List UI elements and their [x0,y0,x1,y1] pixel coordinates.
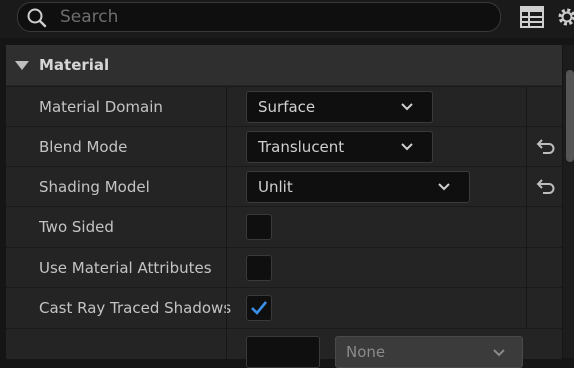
asset-picker-dropdown[interactable]: None [335,336,523,368]
column-divider [526,207,527,247]
property-row-two-sided: Two Sided [6,206,562,247]
column-divider [526,167,527,207]
checkmark-icon [251,301,268,315]
chevron-down-icon [493,349,505,357]
column-divider[interactable] [226,207,227,247]
property-row-use-material-attributes: Use Material Attributes [6,247,562,288]
table-view-icon[interactable] [520,6,544,28]
property-row-partial: None [6,328,562,368]
scrollbar-thumb[interactable] [566,70,574,162]
material-section-header[interactable]: Material [6,45,562,85]
cast-ray-traced-shadows-checkbox[interactable] [246,295,272,321]
search-icon [27,8,47,28]
settings-gear-icon[interactable] [555,5,574,29]
column-divider[interactable] [226,288,227,328]
property-row-cast-ray-traced-shadows: Cast Ray Traced Shadows [6,287,562,328]
property-label: Material Domain [39,98,163,116]
reset-to-default-icon[interactable] [536,137,556,155]
column-divider[interactable] [226,87,227,127]
dropdown-value: Surface [258,98,316,116]
two-sided-checkbox[interactable] [246,214,272,240]
column-divider[interactable] [226,167,227,207]
search-placeholder: Search [60,7,119,27]
property-label: Shading Model [39,178,150,196]
section-title: Material [39,56,110,74]
column-divider[interactable] [226,329,227,359]
dropdown-value: Unlit [258,178,293,196]
property-label: Blend Mode [39,138,128,156]
reset-to-default-icon[interactable] [536,177,556,195]
column-divider[interactable] [226,127,227,167]
material-domain-dropdown[interactable]: Surface [246,91,433,123]
column-divider [526,87,527,127]
property-row-blend-mode: Blend Mode Translucent [6,126,562,167]
column-divider[interactable] [226,248,227,288]
column-divider [526,288,527,328]
asset-thumbnail[interactable] [246,336,320,368]
property-row-shading-model: Shading Model Unlit [6,166,562,207]
chevron-down-icon [401,143,413,151]
use-material-attributes-checkbox[interactable] [246,255,272,281]
column-divider [526,127,527,167]
dropdown-value: None [346,343,386,361]
blend-mode-dropdown[interactable]: Translucent [246,131,433,163]
chevron-down-icon [438,183,450,191]
search-box[interactable]: Search [17,2,501,32]
property-label: Use Material Attributes [39,259,212,277]
property-row-material-domain: Material Domain Surface [6,86,562,127]
property-label: Two Sided [39,218,114,236]
details-toolbar: Search [0,0,574,38]
dropdown-value: Translucent [258,138,345,156]
shading-model-dropdown[interactable]: Unlit [246,171,470,203]
column-divider [526,248,527,288]
collapse-arrow-icon[interactable] [15,61,29,70]
property-label: Cast Ray Traced Shadows [39,299,232,317]
chevron-down-icon [401,103,413,111]
